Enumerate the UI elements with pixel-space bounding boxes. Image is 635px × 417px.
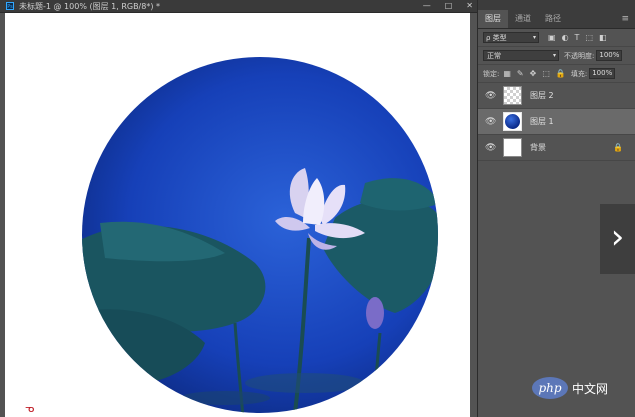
lock-icons: ▦ ✎ ✥ ⬚ 🔒	[503, 69, 566, 78]
lock-icon: 🔒	[613, 143, 623, 152]
lock-all-icon[interactable]: 🔒	[556, 69, 566, 78]
close-button[interactable]: ✕	[466, 0, 473, 12]
lock-position-icon[interactable]: ✥	[530, 69, 537, 78]
chevron-down-icon: ▾	[532, 34, 536, 41]
minimize-button[interactable]: —	[423, 0, 431, 12]
tab-channels[interactable]: 通道	[508, 10, 538, 28]
document-tab[interactable]: Ps 未标题-1 @ 100% (图层 1, RGB/8*) * — □ ✕	[0, 0, 477, 13]
layer-filter-select[interactable]: ρ 类型 ▾	[483, 32, 539, 43]
lock-row: 锁定: ▦ ✎ ✥ ⬚ 🔒 填充: 100%	[478, 65, 635, 83]
document-area: Ps 未标题-1 @ 100% (图层 1, RGB/8*) * — □ ✕ ᓀ	[0, 0, 477, 417]
lock-label: 锁定:	[483, 69, 500, 78]
document-title: 未标题-1 @ 100% (图层 1, RGB/8*) *	[19, 1, 161, 11]
smart-object-filter-icon[interactable]: ◧	[599, 33, 607, 42]
blend-mode-select[interactable]: 正常 ▾	[483, 50, 559, 61]
layer-row-background[interactable]: 👁 背景 🔒	[478, 135, 635, 161]
layer-filter-label: ρ 类型	[486, 33, 507, 42]
tab-layers[interactable]: 图层	[478, 10, 508, 28]
shape-filter-icon[interactable]: ⬚	[585, 33, 593, 42]
pixel-filter-icon[interactable]: ▣	[548, 33, 556, 42]
panel-menu-icon[interactable]: ≡	[621, 10, 629, 28]
photoshop-logo-icon: Ps	[6, 2, 14, 10]
lock-artboard-icon[interactable]: ⬚	[542, 69, 550, 78]
text-filter-icon[interactable]: T	[575, 33, 580, 42]
canvas-corner-mark: ᓀ	[25, 402, 35, 415]
opacity-input[interactable]: 100%	[596, 50, 623, 61]
layer-thumbnail	[503, 112, 522, 131]
blend-mode-value: 正常	[487, 51, 501, 60]
tab-paths[interactable]: 路径	[538, 10, 568, 28]
layer-thumbnail	[503, 138, 522, 157]
fill-label: 填充:	[570, 69, 588, 78]
adjustment-filter-icon[interactable]: ◐	[562, 33, 569, 42]
panel-tabs: 图层 通道 路径 ≡	[478, 0, 635, 29]
eye-icon[interactable]: 👁	[485, 117, 496, 127]
filter-icons: ▣ ◐ T ⬚ ◧	[548, 33, 607, 42]
layer-name: 图层 2	[530, 91, 554, 100]
layer-row-1[interactable]: 👁 图层 1	[478, 109, 635, 135]
canvas[interactable]: ᓀ	[5, 13, 470, 417]
lock-transparent-icon[interactable]: ▦	[503, 69, 511, 78]
filter-row: ρ 类型 ▾ ▣ ◐ T ⬚ ◧	[478, 29, 635, 47]
site-watermark: php 中文网	[532, 377, 608, 399]
php-logo-icon: php	[532, 377, 568, 399]
layer-thumbnail	[503, 86, 522, 105]
next-arrow-button[interactable]: ›	[600, 204, 635, 274]
opacity-label: 不透明度:	[564, 51, 595, 60]
blend-row: 正常 ▾ 不透明度: 100%	[478, 47, 635, 65]
watermark-text: 中文网	[572, 381, 609, 396]
lotus-circle-image	[82, 57, 438, 413]
layer-name: 图层 1	[530, 117, 554, 126]
maximize-button[interactable]: □	[445, 0, 453, 12]
fill-input[interactable]: 100%	[589, 68, 616, 79]
layer-row-2[interactable]: 👁 图层 2	[478, 83, 635, 109]
lock-image-icon[interactable]: ✎	[517, 69, 524, 78]
window-controls: — □ ✕	[423, 0, 473, 12]
eye-icon[interactable]: 👁	[485, 143, 496, 153]
layer-name: 背景	[530, 143, 546, 152]
chevron-down-icon: ▾	[552, 52, 556, 59]
eye-icon[interactable]: 👁	[485, 91, 496, 101]
